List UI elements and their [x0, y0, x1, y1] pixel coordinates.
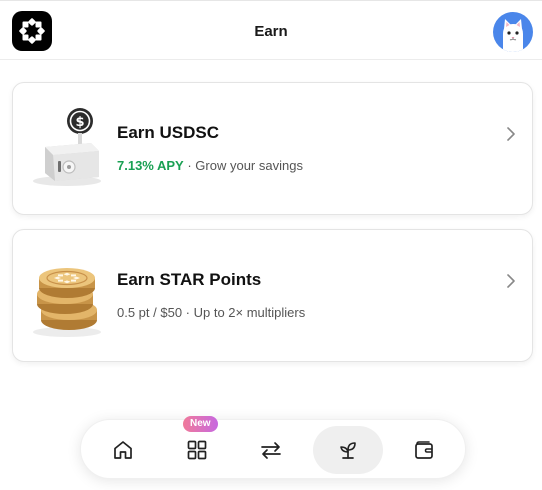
bottom-nav: New: [80, 416, 466, 479]
card-title: Earn STAR Points: [117, 270, 262, 289]
earn-usdsc-card[interactable]: $ Earn USDSC 7.13% APY · Grow your savin…: [12, 82, 533, 215]
card-title: Earn USDSC: [117, 123, 220, 142]
top-bar: Earn: [0, 0, 542, 60]
apy-value: 7.13% APY: [117, 158, 184, 173]
new-badge: New: [183, 416, 218, 432]
nav-wallet-button[interactable]: [389, 426, 459, 474]
nav-home-button[interactable]: [88, 426, 158, 474]
coin-stack-icon: [25, 248, 109, 344]
svg-text:$: $: [75, 115, 84, 130]
card-subtitle: 0.5 pt / $50 · Up to 2× multipliers: [117, 305, 306, 320]
subtitle-text: Grow your savings: [195, 158, 303, 173]
subtitle-separator: ·: [183, 158, 196, 173]
home-icon: [114, 441, 132, 459]
grid-icon: [187, 440, 207, 460]
safe-with-dollar-coin-icon: $: [25, 101, 109, 197]
nav-earn-button[interactable]: [313, 426, 383, 474]
card-subtitle: 7.13% APY · Grow your savings: [117, 158, 303, 173]
chevron-right-icon: [507, 127, 515, 141]
page-title: Earn: [254, 23, 288, 40]
nav-grid-button[interactable]: [162, 426, 232, 474]
earn-star-points-card[interactable]: Earn STAR Points 0.5 pt / $50 · Up to 2×…: [12, 229, 533, 362]
sprout-icon: [340, 442, 356, 459]
wallet-icon: [415, 441, 433, 459]
nav-swap-button[interactable]: [236, 426, 306, 474]
swap-icon: [261, 442, 281, 459]
chevron-right-icon: [507, 274, 515, 288]
cat-avatar-icon[interactable]: [493, 12, 533, 52]
